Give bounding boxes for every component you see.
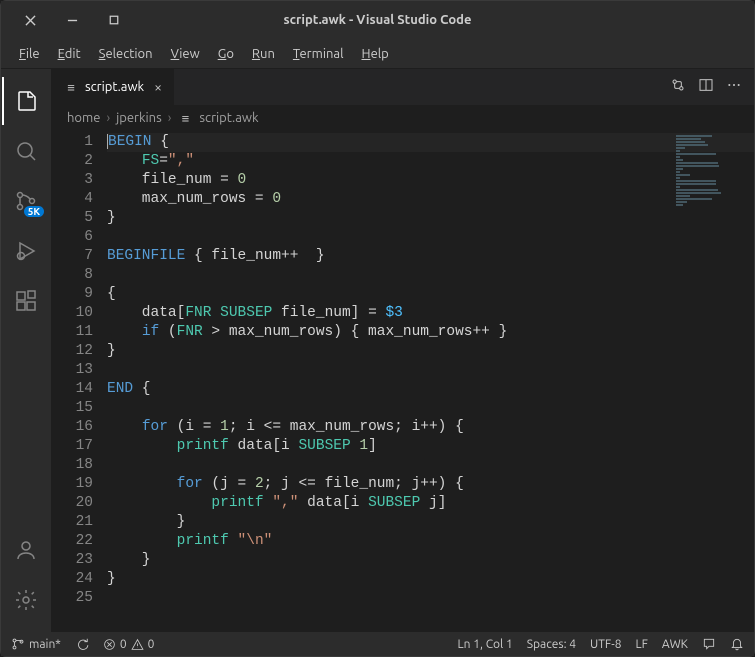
breadcrumb-segment[interactable]: home (67, 111, 100, 125)
code-line[interactable] (107, 228, 754, 247)
code-line[interactable]: for (j = 2; j <= file_num; j++) { (107, 475, 754, 494)
code-line[interactable]: } (107, 551, 754, 570)
status-branch[interactable]: main* (11, 637, 61, 651)
close-window-button[interactable] (23, 13, 37, 27)
account-icon[interactable] (2, 526, 50, 574)
menu-edit[interactable]: Edit (50, 43, 89, 65)
status-bell-icon[interactable] (730, 637, 744, 651)
editor-area: ≡ script.awk × home›jperkins›≡script.awk… (51, 69, 754, 632)
menu-run[interactable]: Run (244, 43, 283, 65)
tab-bar: ≡ script.awk × (51, 69, 754, 105)
menu-help[interactable]: Help (354, 43, 397, 65)
code-editor[interactable]: BEGIN { FS="," file_num = 0 max_num_rows… (107, 131, 754, 632)
status-sync[interactable] (75, 637, 89, 651)
code-line[interactable] (107, 589, 754, 608)
titlebar: script.awk - Visual Studio Code (1, 1, 754, 39)
line-number-gutter: 1234567891011121314151617181920212223242… (51, 131, 107, 632)
code-line[interactable]: printf data[i SUBSEP 1] (107, 437, 754, 456)
minimize-window-button[interactable] (65, 13, 79, 27)
code-line[interactable]: for (i = 1; i <= max_num_rows; i++) { (107, 418, 754, 437)
status-cursor-position[interactable]: Ln 1, Col 1 (458, 638, 513, 651)
menu-selection[interactable]: Selection (91, 43, 161, 65)
close-icon[interactable]: × (154, 79, 162, 95)
extensions-icon[interactable] (2, 277, 50, 325)
activity-bar: 5K (1, 69, 51, 632)
split-editor-icon[interactable] (698, 77, 714, 97)
code-line[interactable]: } (107, 570, 754, 589)
code-line[interactable] (107, 361, 754, 380)
breadcrumb-segment[interactable]: script.awk (199, 111, 258, 125)
maximize-window-button[interactable] (107, 13, 121, 27)
code-line[interactable]: BEGINFILE { file_num++ } (107, 247, 754, 266)
scm-badge: 5K (24, 206, 44, 217)
source-control-icon[interactable]: 5K (2, 177, 50, 225)
file-icon: ≡ (63, 80, 79, 95)
code-line[interactable]: if (FNR > max_num_rows) { max_num_rows++… (107, 323, 754, 342)
menu-view[interactable]: View (163, 43, 208, 65)
status-feedback-icon[interactable] (702, 637, 716, 651)
code-line[interactable]: FS="," (107, 152, 754, 171)
code-line[interactable]: } (107, 209, 754, 228)
breadcrumb[interactable]: home›jperkins›≡script.awk (51, 105, 754, 131)
minimap[interactable] (676, 135, 748, 185)
menu-file[interactable]: File (11, 43, 48, 65)
code-line[interactable]: data[FNR SUBSEP file_num] = $3 (107, 304, 754, 323)
breadcrumb-segment[interactable]: jperkins (116, 111, 162, 125)
tab-label: script.awk (85, 80, 144, 94)
gear-icon[interactable] (2, 576, 50, 624)
code-line[interactable]: } (107, 513, 754, 532)
code-line[interactable] (107, 456, 754, 475)
status-indentation[interactable]: Spaces: 4 (527, 638, 576, 651)
code-line[interactable]: printf "\n" (107, 532, 754, 551)
more-actions-icon[interactable] (726, 77, 742, 97)
code-line[interactable] (107, 266, 754, 285)
status-language[interactable]: AWK (662, 638, 688, 651)
status-encoding[interactable]: UTF-8 (590, 638, 621, 651)
status-bar: main* 0 0 Ln 1, Col 1 Spaces: 4 UTF-8 LF… (1, 632, 754, 656)
code-line[interactable]: END { (107, 380, 754, 399)
code-line[interactable] (107, 399, 754, 418)
menu-go[interactable]: Go (210, 43, 242, 65)
code-line[interactable]: } (107, 342, 754, 361)
code-line[interactable]: { (107, 285, 754, 304)
menubar: FileEditSelectionViewGoRunTerminalHelp (1, 39, 754, 69)
tab-script-awk[interactable]: ≡ script.awk × (51, 69, 175, 105)
explorer-icon[interactable] (2, 77, 50, 125)
status-problems[interactable]: 0 0 (103, 638, 155, 651)
run-debug-icon[interactable] (2, 227, 50, 275)
code-line[interactable]: max_num_rows = 0 (107, 190, 754, 209)
menu-terminal[interactable]: Terminal (285, 43, 352, 65)
search-icon[interactable] (2, 127, 50, 175)
status-eol[interactable]: LF (636, 638, 648, 651)
code-line[interactable]: file_num = 0 (107, 171, 754, 190)
compare-changes-icon[interactable] (670, 77, 686, 97)
code-line[interactable]: printf "," data[i SUBSEP j] (107, 494, 754, 513)
code-line[interactable]: BEGIN { (107, 133, 754, 152)
